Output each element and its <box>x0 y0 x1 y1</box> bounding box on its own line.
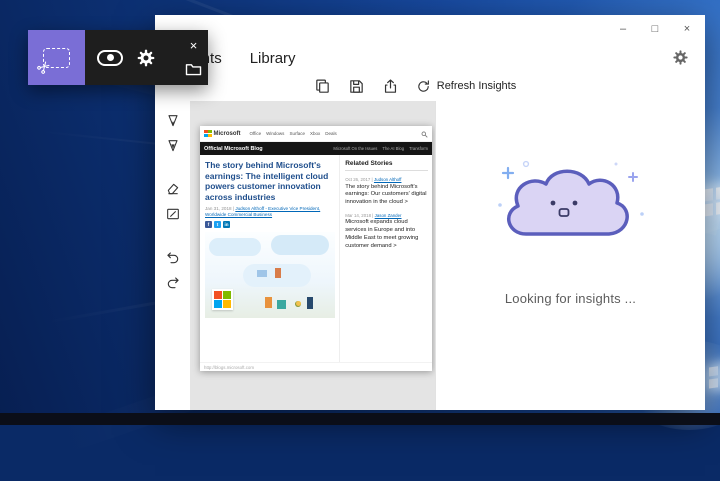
snip-canvas: Microsoft Office Windows Surface Xbox De… <box>190 101 435 410</box>
blog-bar-menu: Microsoft On the Issues The AI Blog Tran… <box>333 146 428 151</box>
save-icon[interactable] <box>348 78 365 95</box>
microsoft-logo-text: Microsoft <box>214 131 241 137</box>
app-nav: Insights Library <box>155 45 705 71</box>
blog-bar-item: Microsoft On the Issues <box>333 146 377 151</box>
related-story-date: Oct 26, 2017 | <box>345 177 373 182</box>
illustration-microsoft-logo <box>212 289 233 310</box>
captured-snip-image[interactable]: Microsoft Office Windows Surface Xbox De… <box>200 126 432 371</box>
open-folder-icon[interactable] <box>185 62 202 76</box>
refresh-insights-button[interactable]: Refresh Insights <box>416 79 516 94</box>
undo-icon[interactable] <box>165 249 181 265</box>
windows-logo-pane <box>716 201 720 215</box>
pen-tool-icon[interactable] <box>165 113 181 129</box>
minimize-button[interactable]: – <box>615 22 631 36</box>
maximize-button[interactable]: □ <box>647 22 663 36</box>
snip-page-body: The story behind Microsoft's earnings: T… <box>200 155 432 362</box>
article-illustration <box>205 232 335 318</box>
site-nav-item: Office <box>250 131 262 136</box>
illustration-shape <box>209 238 261 256</box>
windows-logo-pane <box>709 366 718 376</box>
illustration-shape <box>277 300 286 309</box>
tray-settings-gear-icon[interactable] <box>136 48 156 68</box>
site-nav-item: Xbox <box>310 131 320 136</box>
copy-icon[interactable] <box>314 78 331 95</box>
windows-logo-pane <box>716 186 720 200</box>
toggle-icon[interactable] <box>97 50 123 66</box>
close-button[interactable]: × <box>679 22 695 36</box>
related-story-title: The story behind Microsoft's earnings: O… <box>345 184 428 207</box>
snip-status-url: http://blogs.microsoft.com <box>204 365 254 370</box>
snip-status-bar: http://blogs.microsoft.com <box>200 362 432 371</box>
settings-gear-icon[interactable] <box>672 49 689 71</box>
blog-bar-item: The AI Blog <box>382 146 404 151</box>
article-title: The story behind Microsoft's earnings: T… <box>205 160 335 203</box>
snip-capture-icon <box>43 48 70 68</box>
snip-insights-window: – □ × Insights Library Refresh Insights <box>155 15 705 410</box>
snip-article: The story behind Microsoft's earnings: T… <box>200 155 339 362</box>
snip-tray-toolbar: × <box>28 30 208 85</box>
windows-logo <box>709 365 720 389</box>
window-controls: – □ × <box>615 22 695 36</box>
linkedin-icon: in <box>223 221 230 228</box>
search-icon <box>421 126 428 143</box>
illustration-shape <box>271 235 329 255</box>
twitter-icon: t <box>214 221 221 228</box>
microsoft-logo-icon <box>204 130 212 138</box>
site-nav-item: Deals <box>325 131 337 136</box>
illustration-shape <box>265 297 272 308</box>
redo-icon[interactable] <box>165 274 181 290</box>
site-nav-item: Windows <box>266 131 284 136</box>
tab-library[interactable]: Library <box>250 50 296 67</box>
windows-logo-pane <box>709 378 718 388</box>
byline-date: Jan 31, 2018 | <box>205 206 234 211</box>
snip-blog-bar: Official Microsoft Blog Microsoft On the… <box>200 142 432 155</box>
blog-bar-item: Transform <box>409 146 428 151</box>
refresh-insights-label: Refresh Insights <box>437 80 516 92</box>
pencil-tool-icon[interactable] <box>165 138 181 154</box>
snip-site-nav: Office Windows Surface Xbox Deals <box>250 131 417 136</box>
new-capture-button[interactable] <box>28 30 85 85</box>
related-stories-panel: Related Stories Oct 26, 2017 | Judson Al… <box>339 155 432 362</box>
taskbar[interactable] <box>0 413 720 425</box>
eraser-tool-icon[interactable] <box>165 181 181 197</box>
social-share-icons: f t in <box>205 221 335 228</box>
snip-site-header: Microsoft Office Windows Surface Xbox De… <box>200 126 432 142</box>
action-bar: Refresh Insights <box>155 71 705 101</box>
related-story-date: Mar 14, 2018 | <box>345 213 373 218</box>
illustration-shape <box>275 268 281 278</box>
tray-toolbar-dark-section: × <box>85 30 208 85</box>
highlighter-tool-icon[interactable] <box>165 206 181 222</box>
insights-status-text: Looking for insights ... <box>436 291 705 306</box>
blog-bar-title: Official Microsoft Blog <box>204 146 263 152</box>
title-bar[interactable]: – □ × <box>155 15 705 45</box>
related-story: Oct 26, 2017 | Judson Althoff The story … <box>345 177 428 207</box>
related-story-author: Judson Althoff <box>374 177 402 182</box>
tray-toolbar-right-column: × <box>185 30 202 85</box>
cloud-illustration <box>496 159 646 264</box>
article-byline: Jan 31, 2018 | Judson Althoff - Executiv… <box>205 206 335 219</box>
illustration-shape <box>257 270 267 277</box>
related-story: Mar 14, 2018 | Jason Zander Microsoft ex… <box>345 213 428 251</box>
tray-close-icon[interactable]: × <box>187 39 201 52</box>
drawing-tool-rail <box>155 101 190 410</box>
site-nav-item: Surface <box>289 131 305 136</box>
related-stories-header: Related Stories <box>345 160 428 171</box>
app-body: Microsoft Office Windows Surface Xbox De… <box>155 101 705 410</box>
illustration-shape <box>307 297 313 309</box>
microsoft-logo: Microsoft <box>204 130 241 138</box>
share-icon[interactable] <box>382 78 399 95</box>
related-story-title: Microsoft expands cloud services in Euro… <box>345 219 428 250</box>
facebook-icon: f <box>205 221 212 228</box>
insights-panel: Looking for insights ... <box>435 101 705 410</box>
related-story-author: Jason Zander <box>375 213 402 218</box>
